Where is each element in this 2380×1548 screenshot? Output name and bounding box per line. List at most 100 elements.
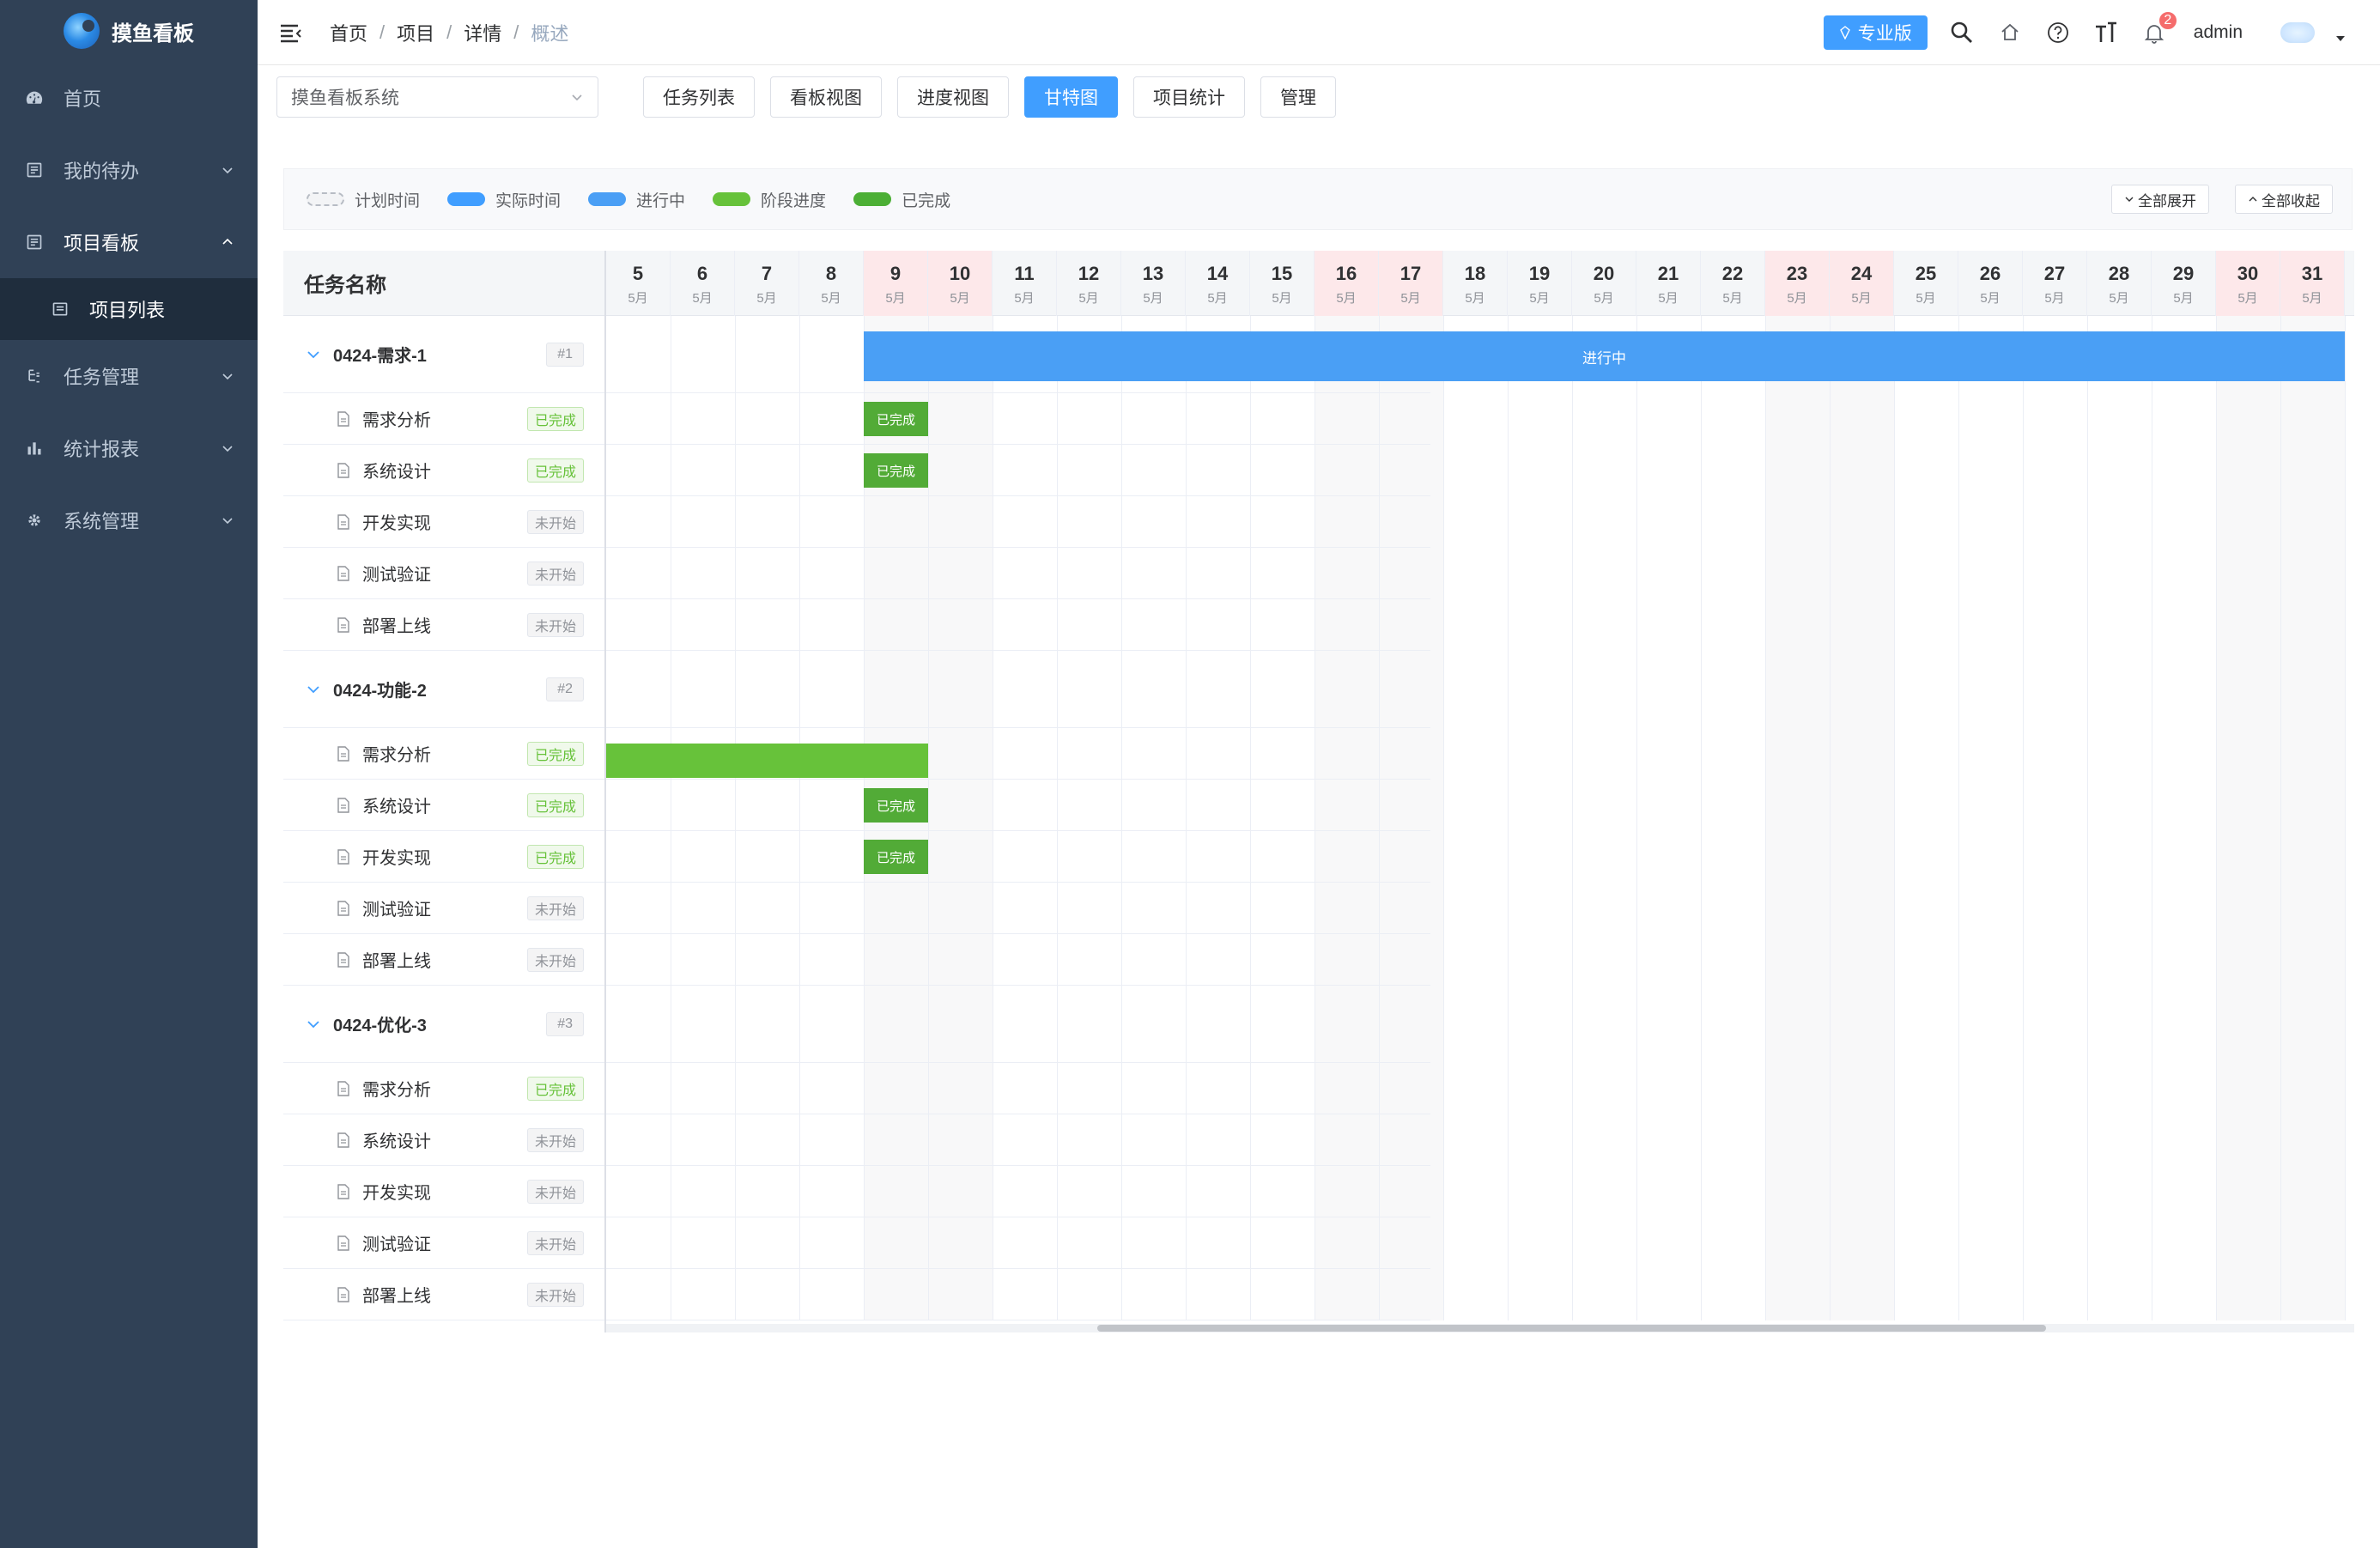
task-row[interactable]: 测试验证 未开始 bbox=[283, 548, 604, 599]
date-column-header: 12 5月 bbox=[1057, 251, 1121, 316]
group-tag: #1 bbox=[546, 342, 584, 367]
date-day: 15 bbox=[1271, 263, 1293, 284]
task-row[interactable]: 部署上线 未开始 bbox=[283, 599, 604, 651]
date-day: 25 bbox=[1915, 263, 1937, 284]
legend-stage: 阶段进度 bbox=[713, 188, 826, 211]
horizontal-scrollbar[interactable] bbox=[606, 1324, 2354, 1332]
home-icon[interactable] bbox=[1996, 19, 2024, 46]
task-name: 开发实现 bbox=[362, 1184, 431, 1203]
task-row[interactable]: 系统设计 已完成 bbox=[283, 780, 604, 831]
brand[interactable]: 摸鱼看板 bbox=[0, 0, 258, 62]
gantt-bar-completed[interactable]: 已完成 bbox=[864, 453, 928, 488]
task-row[interactable]: 开发实现 已完成 bbox=[283, 831, 604, 883]
task-name: 测试验证 bbox=[362, 1235, 431, 1254]
task-name: 需求分析 bbox=[362, 1081, 431, 1100]
grid-column-line bbox=[928, 316, 929, 1320]
task-row[interactable]: 系统设计 已完成 bbox=[283, 445, 604, 496]
document-icon bbox=[337, 1235, 349, 1251]
hamburger-icon[interactable] bbox=[278, 20, 304, 46]
tab-kanban[interactable]: 看板视图 bbox=[770, 76, 882, 118]
task-group-row[interactable]: 0424-需求-1 #1 bbox=[283, 316, 604, 393]
gantt-bar-completed[interactable]: 已完成 bbox=[864, 402, 928, 436]
date-column-header: 17 5月 bbox=[1379, 251, 1443, 316]
status-badge: 已完成 bbox=[526, 844, 584, 869]
brand-title: 摸鱼看板 bbox=[112, 21, 194, 46]
task-row[interactable]: 部署上线 未开始 bbox=[283, 934, 604, 986]
username[interactable]: admin bbox=[2194, 22, 2243, 43]
bell-icon[interactable]: 2 bbox=[2140, 10, 2178, 46]
board-icon bbox=[24, 232, 45, 252]
todo-icon bbox=[24, 160, 45, 180]
document-icon bbox=[337, 1183, 349, 1199]
task-row[interactable]: 需求分析 已完成 bbox=[283, 728, 604, 780]
chevron-down-icon bbox=[572, 94, 582, 101]
breadcrumb-home[interactable]: 首页 bbox=[330, 19, 367, 46]
collapse-all-button[interactable]: 全部收起 bbox=[2235, 185, 2333, 214]
date-month: 5月 bbox=[628, 291, 648, 306]
task-row[interactable]: 测试验证 未开始 bbox=[283, 1217, 604, 1269]
date-column-header: 29 5月 bbox=[2152, 251, 2216, 316]
scrollbar-thumb[interactable] bbox=[1097, 1325, 2046, 1332]
tab-task-list[interactable]: 任务列表 bbox=[643, 76, 755, 118]
caret-down-icon[interactable] bbox=[2335, 33, 2346, 44]
date-day: 22 bbox=[1721, 263, 1744, 284]
tab-manage[interactable]: 管理 bbox=[1260, 76, 1336, 118]
avatar[interactable] bbox=[2280, 22, 2315, 43]
document-icon bbox=[337, 797, 349, 813]
gantt-legend: 计划时间 实际时间 进行中 阶段进度 已完成 全部展开 全部收起 bbox=[283, 168, 2353, 230]
sidebar-item-board[interactable]: 项目看板 bbox=[0, 206, 258, 278]
chevron-down-icon[interactable] bbox=[306, 347, 321, 362]
date-month: 5月 bbox=[1143, 291, 1163, 306]
grid-row-line bbox=[606, 1062, 1430, 1063]
chevron-down-icon[interactable] bbox=[306, 682, 321, 697]
sidebar-item-project-list[interactable]: 项目列表 bbox=[0, 278, 258, 340]
font-size-icon[interactable] bbox=[2092, 19, 2120, 46]
gantt-bar-in-progress[interactable]: 进行中 bbox=[864, 331, 2345, 381]
task-row[interactable]: 部署上线 未开始 bbox=[283, 1269, 604, 1320]
task-group-row[interactable]: 0424-功能-2 #2 bbox=[283, 651, 604, 728]
weekend-column-shade bbox=[2216, 316, 2280, 1320]
task-group-row[interactable]: 0424-优化-3 #3 bbox=[283, 986, 604, 1063]
gantt-bar-stage[interactable] bbox=[606, 744, 928, 778]
grid-row-line bbox=[606, 1165, 1430, 1166]
task-row[interactable]: 需求分析 已完成 bbox=[283, 1063, 604, 1114]
tree-icon bbox=[24, 366, 45, 386]
task-row[interactable]: 需求分析 已完成 bbox=[283, 393, 604, 445]
tab-progress[interactable]: 进度视图 bbox=[897, 76, 1009, 118]
document-icon bbox=[337, 410, 349, 427]
legend-swatch-planned bbox=[307, 192, 344, 206]
tab-gantt[interactable]: 甘特图 bbox=[1024, 76, 1118, 118]
help-icon[interactable] bbox=[2044, 19, 2072, 46]
legend-actions: 全部展开 全部收起 bbox=[2111, 185, 2333, 214]
pro-version-button[interactable]: 专业版 bbox=[1823, 15, 1928, 50]
chevron-down-icon[interactable] bbox=[306, 1017, 321, 1032]
task-row[interactable]: 系统设计 未开始 bbox=[283, 1114, 604, 1166]
search-icon[interactable] bbox=[1948, 19, 1976, 46]
breadcrumb-project[interactable]: 项目 bbox=[397, 19, 434, 46]
task-column-header: 任务名称 bbox=[283, 251, 604, 316]
project-select[interactable]: 摸鱼看板系统 bbox=[276, 76, 598, 118]
notification-badge: 2 bbox=[2157, 10, 2178, 31]
date-day: 21 bbox=[1657, 263, 1679, 284]
expand-all-button[interactable]: 全部展开 bbox=[2111, 185, 2209, 214]
task-row[interactable]: 开发实现 未开始 bbox=[283, 1166, 604, 1217]
task-row[interactable]: 开发实现 未开始 bbox=[283, 496, 604, 548]
date-column-header: 5 5月 bbox=[606, 251, 671, 316]
sidebar-item-reports[interactable]: 统计报表 bbox=[0, 412, 258, 484]
sidebar-item-system[interactable]: 系统管理 bbox=[0, 484, 258, 556]
task-row[interactable]: 测试验证 未开始 bbox=[283, 883, 604, 934]
sidebar-item-home[interactable]: 首页 bbox=[0, 62, 258, 134]
breadcrumb-detail[interactable]: 详情 bbox=[464, 19, 501, 46]
grid-column-line bbox=[1250, 316, 1251, 1320]
sidebar-item-tasks[interactable]: 任务管理 bbox=[0, 340, 258, 412]
chevron-up-icon bbox=[222, 238, 233, 245]
chart-icon bbox=[24, 438, 45, 458]
date-month: 5月 bbox=[1722, 291, 1743, 306]
chevron-down-icon bbox=[222, 518, 233, 525]
gantt-bar-completed[interactable]: 已完成 bbox=[864, 840, 928, 874]
sidebar-item-todo[interactable]: 我的待办 bbox=[0, 134, 258, 206]
date-day: 16 bbox=[1335, 263, 1357, 284]
tab-statistics[interactable]: 项目统计 bbox=[1133, 76, 1245, 118]
date-month: 5月 bbox=[885, 291, 906, 306]
gantt-bar-completed[interactable]: 已完成 bbox=[864, 788, 928, 823]
